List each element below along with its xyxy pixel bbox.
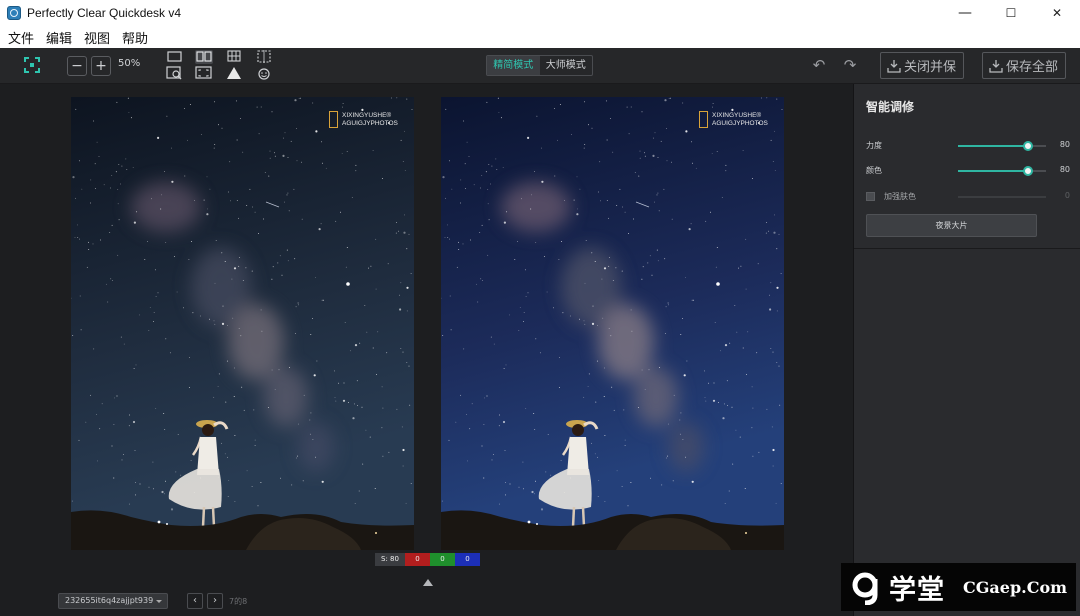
- site-watermark: 学堂 CGaep.Com: [841, 563, 1076, 611]
- color-fill: [958, 170, 1029, 172]
- face-detect-icon[interactable]: [255, 66, 273, 80]
- toolbar: − + 50% 精简模式 大师模式 ↶ ↷ 关闭并保 保存全部: [0, 48, 1080, 84]
- site-url: CGaep.Com: [963, 577, 1068, 597]
- pixel-readout: S: 80 0 0 0: [375, 553, 480, 566]
- mode-toggle: 精简模式 大师模式: [486, 55, 593, 76]
- panel-title: 智能调修: [866, 100, 915, 114]
- prev-image-button[interactable]: ‹: [187, 593, 203, 609]
- menu-help[interactable]: 帮助: [122, 28, 148, 47]
- color-thumb[interactable]: [1023, 166, 1034, 176]
- watermark-line2: AGUIGJYPHOTOS: [712, 119, 768, 127]
- blue-readout: 0: [455, 553, 480, 566]
- site-logo-icon: [852, 572, 878, 605]
- watermark-line1: XIXINGYUSHE®: [712, 111, 762, 119]
- color-value: 80: [1059, 165, 1070, 174]
- maximize-button[interactable]: ☐: [988, 0, 1034, 26]
- strength-label: 力度: [866, 141, 882, 150]
- watermark-line2: AGUIGJYPHOTOS: [342, 119, 398, 127]
- original-photo[interactable]: XIXINGYUSHE® AGUIGJYPHOTOS: [71, 97, 414, 550]
- minimize-button[interactable]: —: [942, 0, 988, 26]
- expand-filmstrip-icon[interactable]: [423, 579, 433, 586]
- redo-icon[interactable]: ↷: [842, 57, 858, 73]
- adjustment-panel: 智能调修 力度 80 颜色 80 加强肤色 0 夜景大片: [853, 84, 1080, 616]
- color-slider[interactable]: [958, 166, 1046, 176]
- skin-tone-slider[interactable]: [958, 196, 1046, 198]
- image-counter: 7的8: [229, 597, 248, 606]
- corrected-image: [441, 97, 784, 550]
- menu-bar: 文件 编辑 视图 帮助: [0, 26, 1080, 48]
- save-all-label: 保存全部: [1006, 60, 1059, 75]
- skin-tone-checkbox[interactable]: [866, 192, 875, 201]
- download-icon: [989, 59, 1003, 73]
- night-scene-preset-button[interactable]: 夜景大片: [866, 214, 1037, 237]
- split-view-icon[interactable]: [195, 50, 213, 64]
- original-image: [71, 97, 414, 550]
- green-readout: 0: [430, 553, 455, 566]
- watermark-logo-icon: [699, 111, 708, 128]
- strength-thumb[interactable]: [1023, 141, 1034, 151]
- skin-tone-row: 加强肤色 0: [866, 190, 1070, 204]
- window-controls: — ☐ ✕: [942, 0, 1080, 26]
- close-save-label: 关闭并保: [904, 60, 957, 75]
- app-icon: [7, 6, 21, 20]
- window-title: Perfectly Clear Quickdesk v4: [27, 6, 182, 20]
- watermark-line1: XIXINGYUSHE®: [342, 111, 392, 119]
- color-label: 颜色: [866, 166, 882, 175]
- strength-value: 80: [1059, 140, 1070, 149]
- crop-frame-icon[interactable]: [24, 57, 40, 73]
- menu-view[interactable]: 视图: [84, 28, 110, 47]
- photo-watermark: XIXINGYUSHE® AGUIGJYPHOTOS: [329, 111, 398, 128]
- crop-select-icon[interactable]: [255, 50, 273, 64]
- grid-view-icon[interactable]: [225, 50, 243, 64]
- next-image-button[interactable]: ›: [207, 593, 223, 609]
- watermark-logo-icon: [329, 111, 338, 128]
- strength-slider-row: 力度 80: [866, 139, 1070, 153]
- undo-icon[interactable]: ↶: [811, 57, 827, 73]
- smart-adjust-section: 智能调修 力度 80 颜色 80 加强肤色 0 夜景大片: [854, 84, 1080, 249]
- zoom-in-button[interactable]: +: [91, 56, 111, 76]
- red-readout: 0: [405, 553, 430, 566]
- download-icon: [887, 59, 901, 73]
- skin-tone-value: 0: [1064, 191, 1070, 200]
- close-button[interactable]: ✕: [1034, 0, 1080, 26]
- site-name: 学堂: [889, 574, 945, 606]
- single-view-icon[interactable]: [166, 50, 184, 64]
- preview-area: XIXINGYUSHE® AGUIGJYPHOTOS XIXINGYUSHE® …: [0, 84, 853, 616]
- photo-watermark: XIXINGYUSHE® AGUIGJYPHOTOS: [699, 111, 768, 128]
- saturation-readout: S: 80: [375, 553, 405, 566]
- menu-edit[interactable]: 编辑: [46, 28, 72, 47]
- close-save-button[interactable]: 关闭并保: [880, 52, 964, 79]
- zoom-loupe-icon[interactable]: [166, 66, 184, 80]
- fit-screen-icon[interactable]: [195, 66, 213, 80]
- zoom-level: 50%: [118, 58, 141, 69]
- title-bar: Perfectly Clear Quickdesk v4 — ☐ ✕: [0, 0, 1080, 26]
- color-slider-row: 颜色 80: [866, 164, 1070, 178]
- zoom-out-button[interactable]: −: [67, 56, 87, 76]
- skin-tone-label: 加强肤色: [884, 192, 916, 201]
- corrected-photo[interactable]: XIXINGYUSHE® AGUIGJYPHOTOS: [441, 97, 784, 550]
- warning-triangle-icon[interactable]: [225, 66, 243, 80]
- simple-mode-tab[interactable]: 精简模式: [487, 56, 540, 75]
- save-all-button[interactable]: 保存全部: [982, 52, 1066, 79]
- menu-file[interactable]: 文件: [8, 28, 34, 47]
- strength-slider[interactable]: [958, 141, 1046, 151]
- master-mode-tab[interactable]: 大师模式: [540, 56, 593, 75]
- file-select[interactable]: 232655it6q4zajjpt939: [58, 593, 168, 609]
- strength-fill: [958, 145, 1029, 147]
